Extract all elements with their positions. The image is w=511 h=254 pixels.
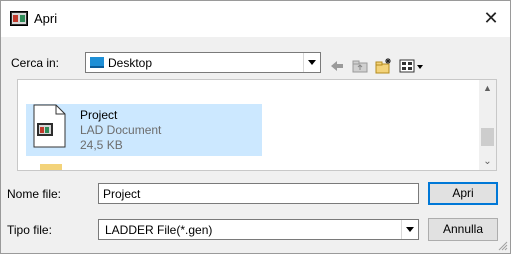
back-arrow-icon[interactable] <box>329 57 345 75</box>
new-folder-icon[interactable] <box>375 57 393 75</box>
window-title: Apri <box>34 11 58 26</box>
file-name-field[interactable] <box>98 183 419 204</box>
file-name-input[interactable] <box>99 184 418 203</box>
scroll-down-icon[interactable]: ⌄ <box>479 153 496 170</box>
file-type-label: Tipo file: <box>7 223 52 237</box>
up-folder-icon[interactable] <box>352 57 368 75</box>
desktop-icon <box>90 57 104 68</box>
view-menu-icon[interactable] <box>399 57 425 75</box>
ladder-app-icon <box>10 11 28 26</box>
look-in-label: Cerca in: <box>11 56 60 70</box>
file-list[interactable]: Project LAD Document 24,5 KB ▲ ⌄ <box>17 79 497 171</box>
look-in-value: Desktop <box>108 56 153 70</box>
open-dialog: Apri ✕ Cerca in: Desktop Project LAD Doc… <box>0 0 511 254</box>
dialog-body: Cerca in: Desktop Project LAD Document 2… <box>1 37 510 253</box>
file-type-value: LADDER File(*.gen) <box>105 223 213 237</box>
file-size: 24,5 KB <box>80 138 123 152</box>
close-icon[interactable]: ✕ <box>481 8 501 28</box>
chevron-down-icon[interactable] <box>401 220 418 239</box>
vertical-scrollbar[interactable]: ▲ ⌄ <box>479 80 496 170</box>
folder-icon[interactable] <box>40 164 62 170</box>
file-name-label: Nome file: <box>7 187 62 201</box>
list-item-selected[interactable]: Project LAD Document 24,5 KB <box>26 104 262 156</box>
file-type-dropdown[interactable]: LADDER File(*.gen) <box>98 219 419 240</box>
cancel-button[interactable]: Annulla <box>428 218 498 241</box>
chevron-down-icon[interactable] <box>303 53 320 72</box>
resize-grip-icon[interactable] <box>496 239 508 251</box>
file-name: Project <box>80 108 118 122</box>
file-type: LAD Document <box>80 123 162 137</box>
open-button[interactable]: Apri <box>428 182 498 205</box>
title-bar[interactable]: Apri ✕ <box>1 1 510 37</box>
lad-document-icon <box>33 104 66 148</box>
look-in-dropdown[interactable]: Desktop <box>85 52 321 73</box>
scroll-up-icon[interactable]: ▲ <box>479 80 496 97</box>
scroll-thumb[interactable] <box>481 128 494 146</box>
